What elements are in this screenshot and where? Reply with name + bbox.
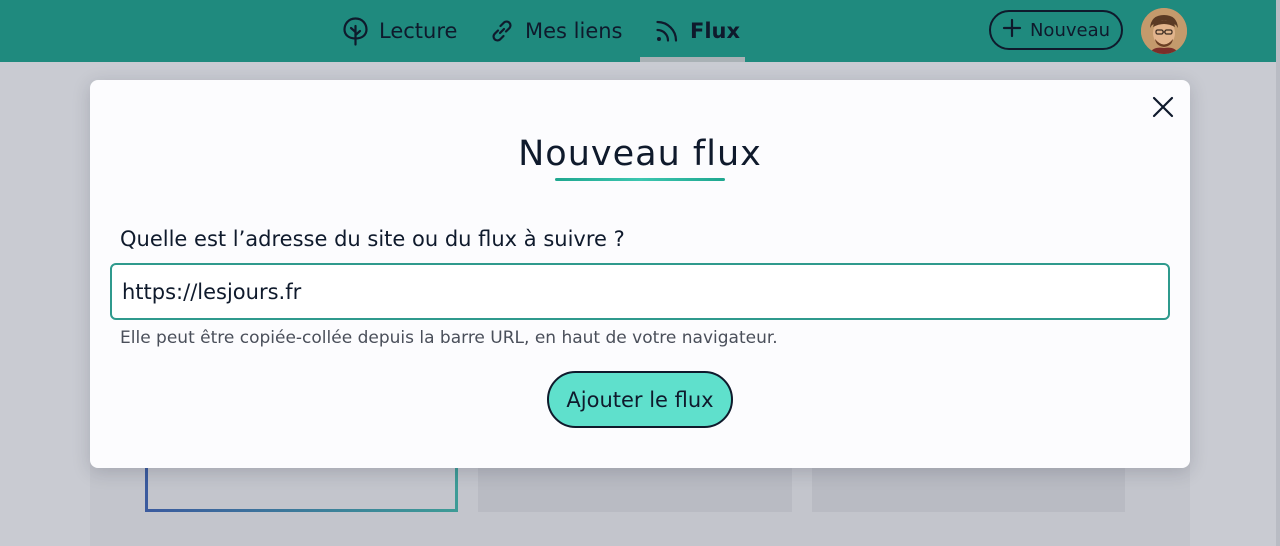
- new-button-label: Nouveau: [1029, 19, 1111, 41]
- close-button[interactable]: [1148, 94, 1178, 124]
- page: Lecture Mes liens Flux Nouveau Nouveau f…: [0, 0, 1280, 546]
- nav-item-label: Mes liens: [525, 19, 623, 43]
- new-feed-dialog: Nouveau flux Quelle est l’adresse du sit…: [90, 80, 1190, 468]
- avatar[interactable]: [1141, 8, 1187, 54]
- new-button[interactable]: Nouveau: [989, 10, 1123, 50]
- add-feed-button[interactable]: Ajouter le flux: [547, 371, 733, 428]
- nav-item-label: Lecture: [379, 19, 458, 43]
- feed-card[interactable]: [145, 462, 458, 512]
- nav-item-label: Flux: [690, 19, 741, 43]
- url-field-hint: Elle peut être copiée-collée depuis la b…: [120, 328, 778, 348]
- dialog-title: Nouveau flux: [518, 134, 762, 174]
- scrollbar[interactable]: [1276, 0, 1280, 546]
- link-icon: [489, 18, 515, 44]
- tree-icon: [342, 16, 369, 46]
- plus-icon: [1002, 18, 1022, 43]
- nav-item-mes-liens[interactable]: Mes liens: [489, 0, 623, 62]
- nav-item-lecture[interactable]: Lecture: [342, 0, 457, 62]
- url-field-label: Quelle est l’adresse du site ou du flux …: [120, 227, 625, 251]
- feed-url-input[interactable]: [110, 263, 1170, 320]
- top-navigation-bar: Lecture Mes liens Flux Nouveau: [0, 0, 1280, 62]
- feed-card[interactable]: [478, 462, 792, 512]
- close-icon: [1152, 96, 1174, 122]
- rss-icon: [654, 18, 680, 44]
- active-tab-indicator: [640, 57, 745, 62]
- title-underline: [555, 178, 725, 181]
- nav-item-flux[interactable]: Flux: [654, 0, 740, 62]
- feed-card[interactable]: [812, 462, 1125, 512]
